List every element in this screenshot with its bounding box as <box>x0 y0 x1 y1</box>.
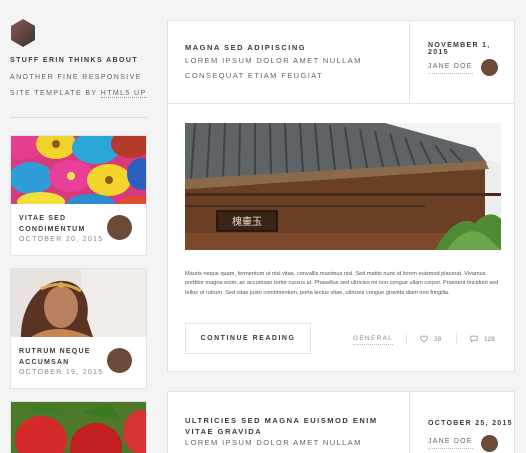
mini-post-2[interactable]: RUTRUM NEQUE ACCUMSAN OCTOBER 19, 2015 <box>10 268 147 389</box>
mini-post-2-avatar[interactable] <box>107 348 132 373</box>
chat-bubble-icon <box>470 335 478 343</box>
mini-post-1-date: OCTOBER 20, 2015 <box>19 236 104 243</box>
post-2-title[interactable]: ULTRICIES SED MAGNA EUISMOD ENIM VITAE G… <box>185 415 395 437</box>
post-2-subtitle: LOREM IPSUM DOLOR AMET NULLAM <box>185 438 362 447</box>
post-1-likes[interactable]: 28 <box>420 335 441 343</box>
site-tagline: ANOTHER FINE RESPONSIVE SITE TEMPLATE BY… <box>10 70 160 102</box>
post-2-meta: OCTOBER 25, 2015 JANE DOE <box>409 392 514 453</box>
post-2-author-avatar[interactable] <box>481 435 498 452</box>
post-1-meta: NOVEMBER 1, 2015 JANE DOE <box>409 21 514 103</box>
post-1-category-link[interactable]: GENERAL <box>353 335 394 345</box>
heart-icon <box>420 335 428 343</box>
tagline-line-1: ANOTHER FINE RESPONSIVE <box>10 74 142 81</box>
stats-divider <box>456 333 457 345</box>
site-title[interactable]: STUFF ERIN THINKS ABOUT <box>10 57 138 64</box>
mini-post-1[interactable]: VITAE SED CONDIMENTUM OCTOBER 20, 2015 <box>10 135 147 256</box>
html5up-link[interactable]: HTML5 UP <box>100 90 147 98</box>
mini-post-2-date: OCTOBER 19, 2015 <box>19 369 104 376</box>
hexagon-logo[interactable] <box>11 19 35 47</box>
mini-post-1-avatar[interactable] <box>107 215 132 240</box>
post-1-comments[interactable]: 128 <box>470 335 495 343</box>
post-1-author[interactable]: JANE DOE <box>428 63 473 74</box>
post-1-date: NOVEMBER 1, 2015 <box>428 42 491 56</box>
post-1-author-avatar[interactable] <box>481 59 498 76</box>
post-card-1: MAGNA SED ADIPISCING LOREM IPSUM DOLOR A… <box>167 20 515 372</box>
mini-post-1-title[interactable]: VITAE SED CONDIMENTUM <box>19 213 109 235</box>
post-1-title[interactable]: MAGNA SED ADIPISCING <box>185 42 395 53</box>
post-2-date: OCTOBER 25, 2015 <box>428 420 513 427</box>
post-card-2: ULTRICIES SED MAGNA EUISMOD ENIM VITAE G… <box>167 391 515 453</box>
post-2-author[interactable]: JANE DOE <box>428 438 473 449</box>
mini-post-2-title[interactable]: RUTRUM NEQUE ACCUMSAN <box>19 346 109 368</box>
post-2-header: ULTRICIES SED MAGNA EUISMOD ENIM VITAE G… <box>168 392 514 453</box>
tagline-line-2: SITE TEMPLATE BY <box>10 90 98 97</box>
mini-post-2-image[interactable] <box>11 269 146 337</box>
continue-reading-button[interactable]: CONTINUE READING <box>185 323 311 354</box>
stats-divider <box>406 333 407 345</box>
sidebar-divider <box>10 117 147 118</box>
post-1-subtitle: LOREM IPSUM DOLOR AMET NULLAM CONSEQUAT … <box>185 56 362 80</box>
mini-post-1-image[interactable] <box>11 136 146 204</box>
post-1-excerpt: Mauris neque quam, fermentum ut nisl vit… <box>185 271 499 296</box>
post-1-likes-count: 28 <box>434 335 442 343</box>
mini-post-3-image[interactable] <box>11 402 146 453</box>
post-1-image-sign: 槐壷玉 <box>232 215 262 228</box>
post-1-header: MAGNA SED ADIPISCING LOREM IPSUM DOLOR A… <box>168 21 514 104</box>
post-1-image[interactable]: 槐壷玉 <box>185 123 501 250</box>
mini-post-3[interactable] <box>10 401 147 453</box>
post-1-comments-count: 128 <box>484 335 495 343</box>
